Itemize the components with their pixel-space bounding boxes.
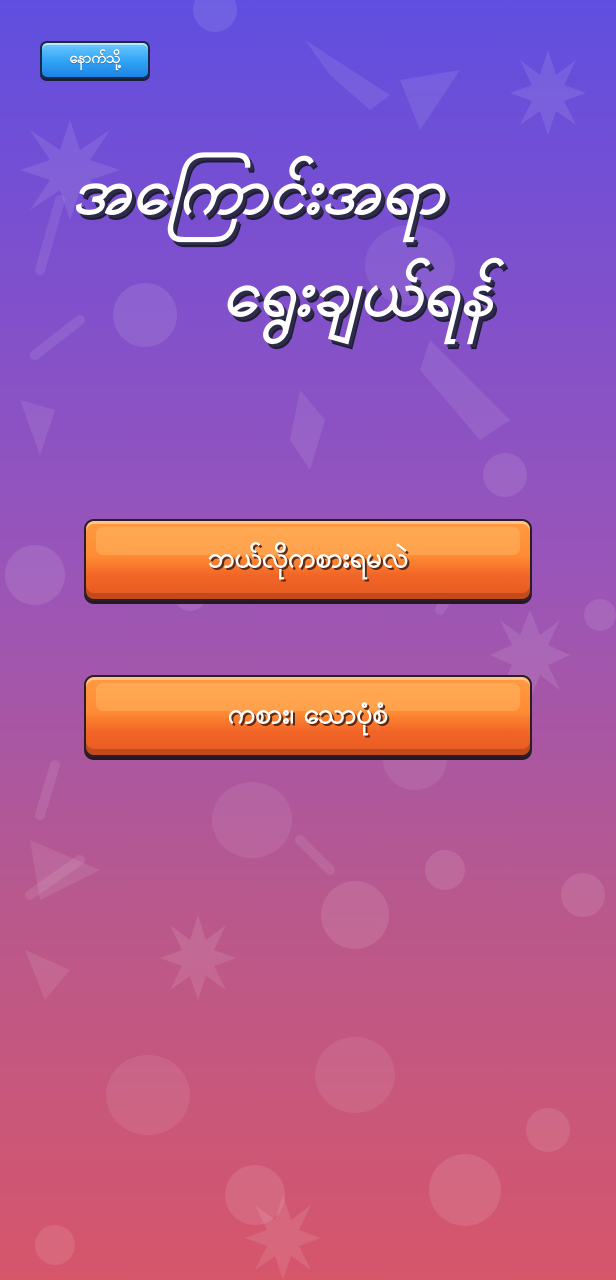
how-to-play-button[interactable]: ဘယ်လိုကစားရမလဲ bbox=[84, 519, 532, 601]
topic-selection-screen: နောက်သို့ အကြောင်းအရာ ရွေးချယ်ရန် ဘယ်လို… bbox=[0, 0, 616, 1280]
page-title-line-2: ရွေးချယ်ရန် bbox=[222, 257, 495, 331]
how-to-play-button-label: ဘယ်လိုကစားရမလဲ bbox=[207, 541, 409, 574]
page-title-line-1: အကြောင်းအရာ bbox=[72, 155, 445, 229]
play-mode-button-label: ကစား၊ သောပုံစံ bbox=[227, 697, 389, 730]
play-mode-button[interactable]: ကစား၊ သောပုံစံ bbox=[84, 675, 532, 757]
back-button[interactable]: နောက်သို့ bbox=[40, 41, 150, 79]
back-button-label: နောက်သို့ bbox=[69, 49, 121, 67]
